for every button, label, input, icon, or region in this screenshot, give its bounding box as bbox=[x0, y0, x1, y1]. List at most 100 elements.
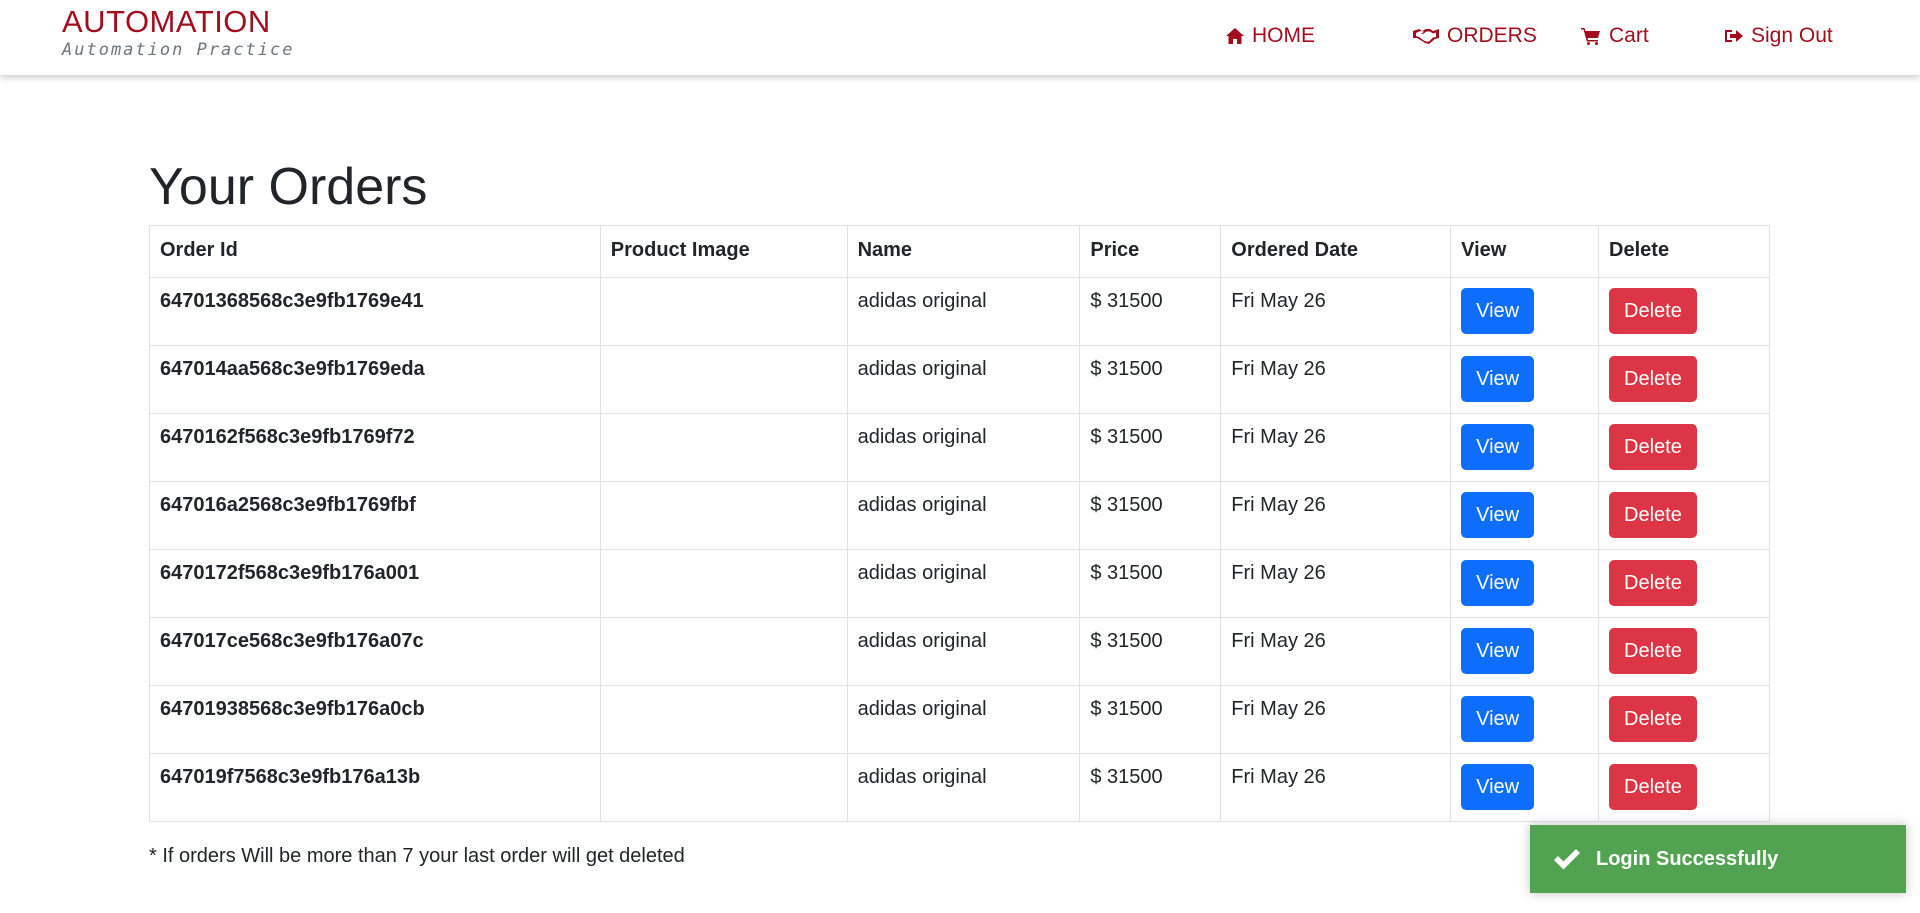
table-row: 64701368568c3e9fb1769e41 adidas original… bbox=[149, 277, 1770, 346]
nav-cart-label: Cart bbox=[1609, 24, 1649, 47]
order-id: 6470162f568c3e9fb1769f72 bbox=[149, 413, 601, 482]
view-cell: View bbox=[1450, 277, 1600, 346]
view-button[interactable]: View bbox=[1461, 560, 1535, 606]
cart-icon bbox=[1581, 28, 1600, 45]
order-id: 647016a2568c3e9fb1769fbf bbox=[149, 481, 601, 550]
header-delete: Delete bbox=[1598, 225, 1770, 278]
product-price: $ 31500 bbox=[1079, 685, 1222, 754]
product-price: $ 31500 bbox=[1079, 277, 1222, 346]
view-button[interactable]: View bbox=[1461, 424, 1535, 470]
header-product-image: Product Image bbox=[599, 225, 848, 278]
header-name: Name bbox=[846, 225, 1081, 278]
brand-logo[interactable]: AUTOMATION Automation Practice bbox=[62, 4, 294, 60]
delete-button[interactable]: Delete bbox=[1609, 424, 1697, 470]
product-name: adidas original bbox=[846, 277, 1081, 346]
ordered-date: Fri May 26 bbox=[1220, 481, 1452, 550]
product-price: $ 31500 bbox=[1079, 549, 1222, 618]
product-name: adidas original bbox=[846, 549, 1081, 618]
home-icon bbox=[1226, 28, 1244, 44]
nav-cart[interactable]: Cart bbox=[1581, 22, 1649, 50]
view-button[interactable]: View bbox=[1461, 492, 1535, 538]
ordered-date: Fri May 26 bbox=[1220, 549, 1452, 618]
nav-orders-label: ORDERS bbox=[1447, 24, 1537, 47]
order-id: 64701368568c3e9fb1769e41 bbox=[149, 277, 601, 346]
delete-cell: Delete bbox=[1598, 753, 1770, 822]
nav-home[interactable]: HOME bbox=[1226, 22, 1315, 50]
product-image bbox=[599, 685, 848, 754]
order-id: 6470172f568c3e9fb176a001 bbox=[149, 549, 601, 618]
nav-sign-out-label: Sign Out bbox=[1751, 24, 1833, 47]
product-price: $ 31500 bbox=[1079, 753, 1222, 822]
product-name: adidas original bbox=[846, 413, 1081, 482]
view-button[interactable]: View bbox=[1461, 356, 1535, 402]
view-button[interactable]: View bbox=[1461, 288, 1535, 334]
checkmark-icon bbox=[1554, 849, 1580, 870]
delete-cell: Delete bbox=[1598, 277, 1770, 346]
delete-button[interactable]: Delete bbox=[1609, 356, 1697, 402]
product-price: $ 31500 bbox=[1079, 617, 1222, 686]
product-image bbox=[599, 345, 848, 414]
header-price: Price bbox=[1079, 225, 1222, 278]
product-name: adidas original bbox=[846, 753, 1081, 822]
view-cell: View bbox=[1450, 753, 1600, 822]
order-id: 647014aa568c3e9fb1769eda bbox=[149, 345, 601, 414]
product-price: $ 31500 bbox=[1079, 413, 1222, 482]
sign-out-icon bbox=[1725, 30, 1743, 42]
page-title: Your Orders bbox=[149, 158, 428, 216]
delete-cell: Delete bbox=[1598, 413, 1770, 482]
product-image bbox=[599, 413, 848, 482]
product-price: $ 31500 bbox=[1079, 345, 1222, 414]
orders-table: Order Id Product Image Name Price Ordere… bbox=[149, 225, 1770, 822]
table-row: 647016a2568c3e9fb1769fbf adidas original… bbox=[149, 481, 1770, 550]
delete-button[interactable]: Delete bbox=[1609, 492, 1697, 538]
view-button[interactable]: View bbox=[1461, 696, 1535, 742]
delete-cell: Delete bbox=[1598, 345, 1770, 414]
orders-limit-note: * If orders Will be more than 7 your las… bbox=[149, 845, 685, 867]
product-image bbox=[599, 617, 848, 686]
view-cell: View bbox=[1450, 549, 1600, 618]
delete-button[interactable]: Delete bbox=[1609, 628, 1697, 674]
delete-cell: Delete bbox=[1598, 617, 1770, 686]
header-order-id: Order Id bbox=[149, 225, 601, 278]
delete-cell: Delete bbox=[1598, 549, 1770, 618]
delete-button[interactable]: Delete bbox=[1609, 288, 1697, 334]
ordered-date: Fri May 26 bbox=[1220, 617, 1452, 686]
view-cell: View bbox=[1450, 617, 1600, 686]
product-name: adidas original bbox=[846, 481, 1081, 550]
header-view: View bbox=[1450, 225, 1600, 278]
view-cell: View bbox=[1450, 481, 1600, 550]
table-row: 6470172f568c3e9fb176a001 adidas original… bbox=[149, 549, 1770, 618]
order-id: 647019f7568c3e9fb176a13b bbox=[149, 753, 601, 822]
brand-subtitle: Automation Practice bbox=[62, 40, 295, 60]
product-price: $ 31500 bbox=[1079, 481, 1222, 550]
view-cell: View bbox=[1450, 685, 1600, 754]
nav-orders[interactable]: ORDERS bbox=[1413, 22, 1537, 50]
view-cell: View bbox=[1450, 413, 1600, 482]
ordered-date: Fri May 26 bbox=[1220, 413, 1452, 482]
brand-title: AUTOMATION bbox=[62, 4, 271, 39]
nav-sign-out[interactable]: Sign Out bbox=[1725, 22, 1833, 50]
login-success-toast[interactable]: Login Successfully bbox=[1530, 825, 1906, 893]
view-button[interactable]: View bbox=[1461, 628, 1535, 674]
table-row: 647014aa568c3e9fb1769eda adidas original… bbox=[149, 345, 1770, 414]
ordered-date: Fri May 26 bbox=[1220, 685, 1452, 754]
nav-home-label: HOME bbox=[1252, 24, 1315, 47]
product-name: adidas original bbox=[846, 685, 1081, 754]
delete-button[interactable]: Delete bbox=[1609, 560, 1697, 606]
delete-cell: Delete bbox=[1598, 685, 1770, 754]
header-ordered-date: Ordered Date bbox=[1220, 225, 1452, 278]
delete-cell: Delete bbox=[1598, 481, 1770, 550]
table-row: 647017ce568c3e9fb176a07c adidas original… bbox=[149, 617, 1770, 686]
ordered-date: Fri May 26 bbox=[1220, 345, 1452, 414]
product-image bbox=[599, 753, 848, 822]
table-header-row: Order Id Product Image Name Price Ordere… bbox=[149, 225, 1770, 278]
delete-button[interactable]: Delete bbox=[1609, 696, 1697, 742]
product-image bbox=[599, 277, 848, 346]
table-row: 647019f7568c3e9fb176a13b adidas original… bbox=[149, 753, 1770, 822]
view-button[interactable]: View bbox=[1461, 764, 1535, 810]
delete-button[interactable]: Delete bbox=[1609, 764, 1697, 810]
ordered-date: Fri May 26 bbox=[1220, 753, 1452, 822]
ordered-date: Fri May 26 bbox=[1220, 277, 1452, 346]
table-row: 64701938568c3e9fb176a0cb adidas original… bbox=[149, 685, 1770, 754]
product-name: adidas original bbox=[846, 345, 1081, 414]
